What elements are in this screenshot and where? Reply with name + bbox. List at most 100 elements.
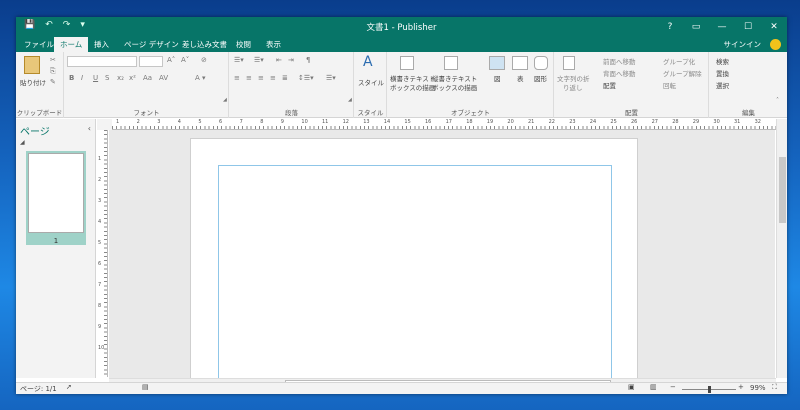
h-ruler-number: 3: [157, 119, 161, 125]
tab-page-design[interactable]: ページ デザイン: [118, 37, 185, 52]
h-ruler-number: 12: [342, 119, 349, 125]
collapse-ribbon-icon[interactable]: ˄: [776, 97, 779, 104]
grow-font-icon[interactable]: A˄: [167, 56, 175, 64]
horizontal-textbox-icon[interactable]: [400, 56, 414, 70]
fit-page-icon[interactable]: ⛶: [772, 383, 777, 392]
justify-icon[interactable]: ≡: [270, 74, 276, 82]
show-marks-icon[interactable]: ¶: [306, 56, 310, 64]
shapes-button[interactable]: 図形: [534, 73, 547, 83]
zoom-slider-thumb[interactable]: [707, 386, 711, 393]
zoom-out-button[interactable]: −: [670, 383, 676, 391]
h-ruler-number: 31: [734, 119, 741, 125]
paste-icon[interactable]: [24, 56, 40, 74]
horizontal-ruler[interactable]: 1 2 3 4 5 6 7 8 9 10 11 12 13 14 15 16 17 18 19 20 21 22 23 24 2…: [112, 119, 776, 130]
signin-link[interactable]: サインイン: [724, 37, 762, 52]
change-case-icon[interactable]: Aa: [143, 74, 152, 82]
zoom-level[interactable]: 99%: [750, 384, 766, 392]
vertical-ruler[interactable]: 1 2 3 4 5 6 7 8 9 10: [97, 130, 108, 377]
zoom-in-button[interactable]: +: [738, 383, 744, 391]
tab-review[interactable]: 校閲: [230, 37, 257, 52]
select-button[interactable]: 選択: [716, 80, 729, 90]
table-button[interactable]: 表: [517, 73, 524, 83]
replace-button[interactable]: 置換: [716, 68, 729, 78]
italic-button[interactable]: I: [81, 74, 83, 82]
h-ruler-number: 23: [569, 119, 576, 125]
ribbon-tabs: ファイル ホーム 挿入 ページ デザイン 差し込み文書 校閲 表示 サインイン: [16, 37, 787, 52]
vertical-textbox-label-2[interactable]: ボックスの描画: [432, 82, 477, 92]
single-page-view-icon[interactable]: ▣: [628, 383, 635, 391]
shrink-font-icon[interactable]: A˅: [181, 56, 189, 64]
collapse-pane-icon[interactable]: ‹: [88, 124, 91, 133]
cut-icon[interactable]: ✂: [50, 56, 56, 64]
help-button[interactable]: ?: [657, 17, 683, 37]
h-ruler-number: 5: [198, 119, 202, 125]
subscript-icon[interactable]: x₂: [117, 74, 124, 82]
tab-home[interactable]: ホーム: [54, 37, 89, 52]
two-page-view-icon[interactable]: ▥: [650, 383, 657, 391]
h-ruler-number: 9: [280, 119, 284, 125]
underline-button[interactable]: U: [93, 74, 98, 82]
vertical-scrollbar-thumb[interactable]: [779, 157, 786, 223]
pane-expand-icon[interactable]: ◢: [20, 139, 25, 146]
find-button[interactable]: 検索: [716, 56, 729, 66]
distribute-icon[interactable]: ≣: [282, 74, 288, 82]
format-painter-icon[interactable]: ✎: [50, 78, 56, 86]
h-ruler-number: 22: [548, 119, 555, 125]
h-ruler-number: 7: [239, 119, 243, 125]
horizontal-textbox-label-2[interactable]: ボックスの描画: [390, 82, 435, 92]
picture-button[interactable]: 図: [494, 73, 501, 83]
shapes-icon[interactable]: [534, 56, 548, 70]
bullets-icon[interactable]: ☰▾: [234, 56, 244, 64]
group-button[interactable]: グループ化: [663, 56, 695, 66]
picture-icon[interactable]: [489, 56, 505, 70]
align-center-icon[interactable]: ≡: [246, 74, 252, 82]
close-button[interactable]: ✕: [761, 17, 787, 37]
zoom-slider[interactable]: [682, 386, 736, 393]
page-thumbnail-selected[interactable]: 1: [26, 151, 86, 245]
clear-formatting-icon[interactable]: ⊘: [201, 56, 207, 64]
style-icon[interactable]: A: [363, 54, 373, 70]
rotate-button[interactable]: 回転: [663, 80, 676, 90]
page-sheet[interactable]: [190, 138, 638, 378]
tab-view[interactable]: 表示: [260, 37, 287, 52]
tab-insert[interactable]: 挿入: [88, 37, 115, 52]
paste-button[interactable]: 貼り付け: [20, 77, 46, 87]
numbering-icon[interactable]: ☰▾: [254, 56, 264, 64]
font-name-combo[interactable]: [67, 56, 137, 67]
align-button[interactable]: 配置: [603, 80, 616, 90]
align-left-icon[interactable]: ≡: [234, 74, 240, 82]
font-color-icon[interactable]: A ▾: [195, 74, 206, 82]
style-button[interactable]: スタイル: [358, 77, 384, 87]
character-spacing-icon[interactable]: AV: [159, 74, 168, 82]
copy-icon[interactable]: ⎘: [50, 67, 56, 76]
wrap-text-label-2[interactable]: り返し: [563, 82, 583, 92]
wrap-text-icon[interactable]: [563, 56, 575, 70]
vertical-scrollbar[interactable]: [776, 119, 787, 378]
maximize-button[interactable]: ☐: [735, 17, 761, 37]
workspace-canvas[interactable]: [109, 130, 775, 378]
paragraph-spacing-icon[interactable]: ☰▾: [326, 74, 336, 82]
bold-button[interactable]: B: [69, 74, 74, 82]
send-backward-button[interactable]: 背面へ移動: [603, 68, 636, 78]
line-spacing-icon[interactable]: ↕☰▾: [298, 74, 314, 82]
paragraph-group-label: 段落: [285, 109, 298, 117]
minimize-button[interactable]: —: [709, 17, 735, 37]
bring-forward-button[interactable]: 前面へ移動: [603, 56, 636, 66]
align-right-icon[interactable]: ≡: [258, 74, 264, 82]
superscript-icon[interactable]: x²: [129, 74, 136, 82]
page-thumbnail[interactable]: [28, 153, 84, 233]
increase-indent-icon[interactable]: ⇥: [288, 56, 294, 64]
ribbon-display-icon[interactable]: ▭: [683, 17, 709, 37]
tab-mailings[interactable]: 差し込み文書: [176, 37, 233, 52]
decrease-indent-icon[interactable]: ⇤: [276, 56, 282, 64]
font-dialog-launcher-icon[interactable]: ◢: [223, 97, 227, 103]
table-icon[interactable]: [512, 56, 528, 70]
strikethrough-icon[interactable]: S: [105, 74, 109, 82]
font-size-combo[interactable]: [139, 56, 163, 67]
vertical-textbox-icon[interactable]: [444, 56, 458, 70]
paragraph-dialog-launcher-icon[interactable]: ◢: [348, 97, 352, 103]
style-group-label: スタイル: [357, 109, 384, 117]
ungroup-button[interactable]: グループ解除: [663, 68, 702, 78]
feedback-smiley-icon[interactable]: [770, 39, 781, 50]
v-ruler-number: 5: [98, 240, 102, 246]
